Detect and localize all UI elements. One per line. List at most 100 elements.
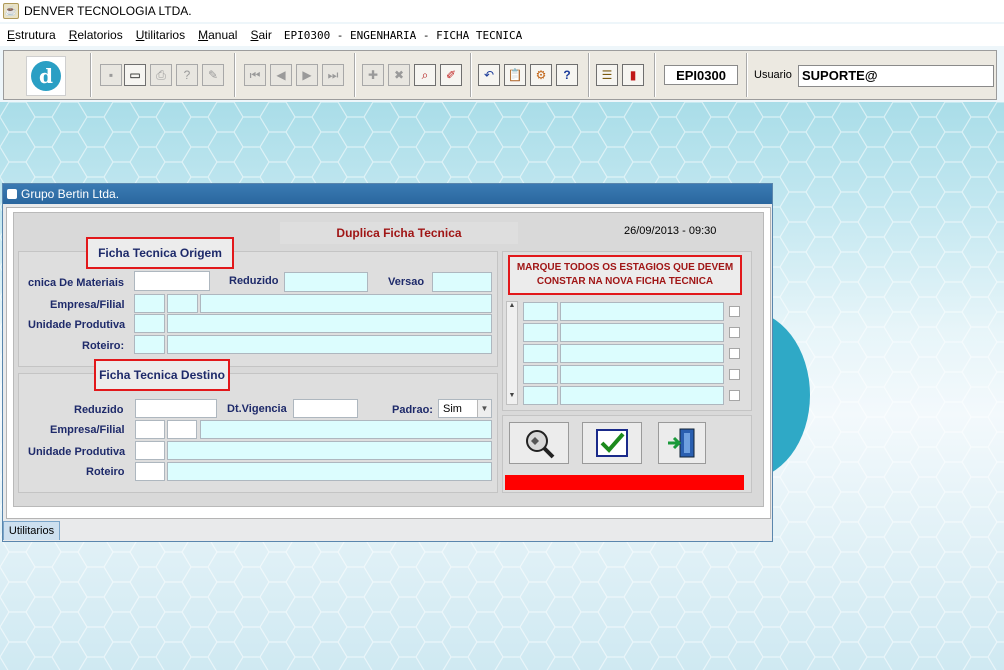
ficha-tecnica-input[interactable] [134, 271, 210, 291]
window-title: Grupo Bertin Ltda. [21, 187, 120, 201]
chevron-down-icon[interactable]: ▼ [477, 400, 491, 417]
estagio-desc [560, 323, 724, 342]
user-field: SUPORTE@ [798, 65, 994, 87]
destino-reduzido-input[interactable] [135, 399, 217, 418]
toolbar-separator [654, 53, 656, 97]
menu-estrutura-label: strutura [15, 28, 56, 42]
menu-relatorios-label: elatorios [77, 28, 123, 42]
menu-relatorios[interactable]: Relatorios [69, 28, 123, 42]
estagio-desc [560, 302, 724, 321]
estagio-checkbox[interactable] [729, 327, 740, 338]
destino-roteiro-desc [167, 462, 492, 481]
form-code-field: EPI0300 [664, 65, 738, 85]
estagio-desc [560, 344, 724, 363]
padrao-select[interactable]: Sim ▼ [438, 399, 492, 418]
menu-estrutura[interactable]: Estrutura [7, 28, 56, 42]
estagios-scrollbar[interactable]: ▲ ▼ [506, 301, 518, 405]
origem-roteiro-label: Roteiro: [82, 340, 125, 352]
estagio-checkbox[interactable] [729, 390, 740, 401]
destino-roteiro-input[interactable] [135, 462, 165, 481]
estagio-desc [560, 386, 724, 405]
menu-sair-label: air [258, 28, 272, 42]
search-record-icon[interactable]: ⌕ [414, 64, 436, 86]
save-icon[interactable]: ▪ [100, 64, 122, 86]
exit-button[interactable] [658, 422, 706, 464]
origem-unidade-label: Unidade Produtiva [28, 319, 126, 331]
padrao-label: Padrao: [392, 404, 433, 416]
datetime-label: 26/09/2013 - 09:30 [624, 225, 717, 237]
estagio-code[interactable] [523, 386, 558, 405]
menu-utilitarios[interactable]: Utilitarios [136, 28, 185, 42]
origem-filial-input[interactable] [167, 294, 198, 313]
destino-empresa-label: Empresa/Filial [50, 424, 125, 436]
origem-unidade-input[interactable] [134, 314, 165, 333]
logo-d-icon: d [31, 61, 61, 91]
destino-empresa-input[interactable] [135, 420, 165, 439]
menu-manual[interactable]: Manual [198, 28, 237, 42]
search-button[interactable] [509, 422, 569, 464]
ficha-tecnica-label: cnica De Materiais [28, 277, 124, 289]
origem-empresa-input[interactable] [134, 294, 165, 313]
tab-utilitarios[interactable]: Utilitarios [3, 521, 60, 540]
last-record-icon[interactable]: ⏭ [322, 64, 344, 86]
menu-estrutura-mnemonic: E [7, 28, 16, 42]
toolbar-separator [354, 53, 356, 97]
window-icon[interactable]: ▭ [124, 64, 146, 86]
destino-unidade-input[interactable] [135, 441, 165, 460]
app-title: DENVER TECNOLOGIA LTDA. [24, 4, 192, 18]
menu-manual-mnemonic: M [198, 28, 209, 42]
estagios-instruction: MARQUE TODOS OS ESTAGIOS QUE DEVEM CONST… [508, 255, 742, 295]
scroll-up-icon[interactable]: ▲ [507, 302, 517, 314]
form-title: EPI0300 - ENGENHARIA - FICHA TECNICA [283, 28, 523, 42]
versao-input[interactable] [432, 272, 492, 292]
toolbar-separator [746, 53, 748, 97]
confirm-button[interactable] [582, 422, 642, 464]
estagio-code[interactable] [523, 323, 558, 342]
clipboard-icon[interactable]: 📋 [504, 64, 526, 86]
title-bar: ☕ DENVER TECNOLOGIA LTDA. [0, 0, 1004, 22]
query-edit-icon[interactable]: ✎ [202, 64, 224, 86]
delete-record-icon[interactable]: ✖ [388, 64, 410, 86]
scroll-down-icon[interactable]: ▼ [507, 392, 517, 404]
vigencia-label: Dt.Vigencia [227, 403, 287, 415]
menu-sair[interactable]: Sair [250, 28, 271, 42]
origem-reduzido-label: Reduzido [229, 275, 279, 287]
toolbar-separator [588, 53, 590, 97]
previous-record-icon[interactable]: ◀ [270, 64, 292, 86]
next-record-icon[interactable]: ▶ [296, 64, 318, 86]
insert-record-icon[interactable]: ✚ [362, 64, 384, 86]
toolbar-separator [470, 53, 472, 97]
destino-reduzido-label: Reduzido [74, 404, 124, 416]
first-record-icon[interactable]: ⏮ [244, 64, 266, 86]
destino-filial-input[interactable] [167, 420, 197, 439]
print-icon[interactable]: ⎙ [150, 64, 172, 86]
menu-bar: Estrutura Relatorios Utilitarios Manual … [0, 24, 1004, 46]
destino-title: Ficha Tecnica Destino [94, 359, 230, 391]
vigencia-input[interactable] [293, 399, 358, 418]
query-help-icon[interactable]: ? [176, 64, 198, 86]
estagio-checkbox[interactable] [729, 306, 740, 317]
help-icon[interactable]: ? [556, 64, 578, 86]
exit-icon[interactable]: ▮ [622, 64, 644, 86]
java-app-icon: ☕ [3, 3, 19, 19]
undo-icon[interactable]: ↶ [478, 64, 500, 86]
estagio-code[interactable] [523, 302, 558, 321]
origem-title: Ficha Tecnica Origem [86, 237, 234, 269]
origem-roteiro-input[interactable] [134, 335, 165, 354]
origem-empresa-desc [200, 294, 492, 313]
padrao-value: Sim [443, 402, 462, 415]
edit-record-icon[interactable]: ✐ [440, 64, 462, 86]
destino-roteiro-label: Roteiro [86, 466, 125, 478]
menu-utilitarios-label: tilitarios [144, 28, 186, 42]
origem-unidade-desc [167, 314, 492, 333]
menu-icon[interactable]: ☰ [596, 64, 618, 86]
tools-icon[interactable]: ⚙ [530, 64, 552, 86]
estagio-checkbox[interactable] [729, 369, 740, 380]
origem-reduzido-input[interactable] [284, 272, 368, 292]
toolbar: d ▪ ▭ ⎙ ? ✎ ⏮ ◀ ▶ ⏭ ✚ ✖ ⌕ ✐ ↶ 📋 ⚙ ? ☰ ▮ … [3, 50, 997, 100]
estagio-checkbox[interactable] [729, 348, 740, 359]
estagio-code[interactable] [523, 365, 558, 384]
origem-roteiro-desc [167, 335, 492, 354]
estagio-code[interactable] [523, 344, 558, 363]
status-bar [505, 475, 744, 490]
